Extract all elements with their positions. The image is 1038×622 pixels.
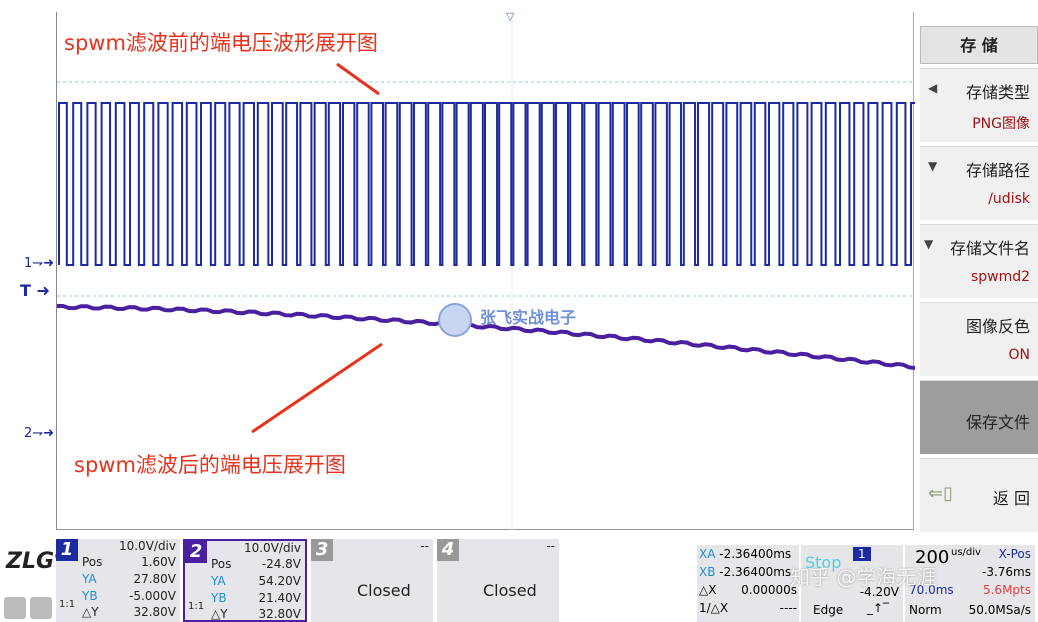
menu-label: 存储文件名 (949, 239, 1030, 258)
watermark-logo-icon (438, 303, 472, 337)
ch1-probe: 1:1 (59, 599, 76, 610)
ch3-panel[interactable]: 3 -- Closed (311, 539, 433, 622)
back-icon: ⇐▯ (928, 483, 953, 504)
menu-label: 存储路径 (965, 161, 1030, 180)
cursor-panel[interactable]: XA -2.36400ms XB -2.36400ms △X 0.00000s 1… (697, 545, 799, 622)
pos-label: Pos (211, 557, 232, 571)
menu-storage-path[interactable]: ▼ 存储路径/udisk (920, 146, 1038, 220)
watermark-text: 张飞实战电子 (480, 308, 577, 327)
yb-label: YB (82, 589, 98, 603)
ch4-badge: 4 (437, 539, 459, 561)
trigger-position-icon: ▽ (506, 10, 515, 23)
rising-edge-icon: _↑‾ (867, 601, 890, 615)
ch1-ya: 27.80V (133, 572, 176, 586)
ch2-probe: 1:1 (188, 601, 205, 612)
ch1-marker-label: 1 (24, 256, 33, 271)
menu-label: 返 回 (992, 489, 1030, 508)
ch2-dy: 32.80V (258, 607, 301, 621)
dx-value: 0.00000s (741, 583, 797, 597)
inv-dx-label: 1/△X (699, 601, 729, 615)
menu-label: 图像反色 (965, 317, 1030, 336)
menu-value: ON (1008, 347, 1031, 363)
ch2-badge: 2 (185, 541, 207, 563)
ch4-state: Closed (483, 581, 537, 600)
xa-label: XA (699, 547, 716, 561)
ya-label: YA (82, 572, 97, 586)
xpos-label: X-Pos (998, 547, 1031, 561)
save-file-button[interactable]: 保存文件 (920, 380, 1038, 454)
trigger-marker[interactable]: T ➜ (20, 281, 50, 300)
ch2-marker[interactable]: 2⇁➜ (24, 426, 54, 441)
ch1-panel[interactable]: 1 10.0V/div Pos 1.60V YA 27.80V YB -5.000V … (56, 539, 180, 622)
menu-label: 保存文件 (965, 413, 1030, 432)
inv-dx-value: ---- (779, 601, 797, 615)
xb-value: -2.36400ms (719, 565, 792, 579)
back-button[interactable]: ⇐▯ 返 回 (920, 458, 1038, 532)
annotation-top: spwm滤波前的端电压波形展开图 (64, 31, 378, 55)
xa-value: -2.36400ms (719, 547, 792, 561)
ch4-scale: -- (546, 539, 555, 553)
menu-invert-image[interactable]: 图像反色 ON (920, 302, 1038, 376)
menu-value: PNG图像 (972, 116, 1030, 132)
status-bar: ZLG® 1 10.0V/div Pos1.60V YA27.80V YB-5.… (0, 537, 1038, 622)
annotation-arrow-bottom (251, 342, 383, 434)
ch1-dy: 32.80V (133, 605, 176, 619)
touch-icon[interactable] (4, 597, 26, 619)
menu-storage-type[interactable]: ◀ 存储类型 PNG图像 (920, 68, 1038, 142)
ch2-scale: 10.0V/div (243, 541, 301, 555)
ch1-scale: 10.0V/div (118, 539, 176, 553)
gesture-icon[interactable] (30, 597, 52, 619)
xpos-value: -3.76ms (982, 565, 1031, 579)
trigger-type: Edge (813, 603, 844, 617)
ch1-yb: -5.000V (129, 589, 176, 603)
credit-watermark: 知乎 @学海无涯 (790, 565, 937, 589)
annotation-bottom: spwm滤波后的端电压展开图 (74, 453, 346, 477)
dy-label: △Y (211, 607, 228, 621)
ch2-panel[interactable]: 2 10.0V/div Pos -24.8V YA 54.20V YB 21.40V … (183, 539, 307, 622)
pos-label: Pos (82, 555, 103, 569)
ch1-marker[interactable]: 1⇁➜ (24, 256, 54, 271)
acq-mode: Norm (909, 603, 942, 617)
dx-label: △X (699, 583, 717, 597)
ch2-yb: 21.40V (258, 591, 301, 605)
ch3-scale: -- (420, 539, 429, 553)
timebase-unit: us/div (951, 547, 981, 558)
ch1-pos: 1.60V (141, 555, 176, 569)
ch3-state: Closed (357, 581, 411, 600)
yb-label: YB (211, 591, 227, 605)
memory-depth: 5.6Mpts (982, 583, 1031, 597)
ch4-panel[interactable]: 4 -- Closed (437, 539, 559, 622)
trigger-source: 1 (853, 547, 871, 561)
triangle-down-icon: ▼ (928, 159, 938, 173)
menu-label: 存储类型 (965, 83, 1030, 102)
ch1-trace (58, 102, 915, 266)
triangle-down-icon: ▼ (924, 237, 934, 251)
triangle-left-icon: ◀ (928, 81, 938, 95)
trigger-marker-label: T (20, 281, 31, 300)
storage-menu: 存 储 ◀ 存储类型 PNG图像 ▼ 存储路径/udisk ▼ 存储文件名 spwmd2 … (920, 26, 1038, 532)
dy-label: △Y (82, 605, 99, 619)
menu-title: 存 储 (920, 26, 1038, 64)
annotation-arrow-top (336, 62, 380, 96)
ch2-ya: 54.20V (258, 574, 301, 588)
ya-label: YA (211, 574, 226, 588)
menu-file-name[interactable]: ▼ 存储文件名 spwmd2 (920, 224, 1038, 298)
ch1-badge: 1 (56, 539, 78, 561)
menu-value: spwmd2 (970, 269, 1030, 285)
menu-value: /udisk (988, 191, 1030, 207)
ch3-badge: 3 (311, 539, 333, 561)
sample-rate: 50.0MSa/s (968, 603, 1031, 617)
xb-label: XB (699, 565, 716, 579)
ch2-marker-label: 2 (24, 426, 33, 441)
ch2-pos: -24.8V (261, 557, 301, 571)
